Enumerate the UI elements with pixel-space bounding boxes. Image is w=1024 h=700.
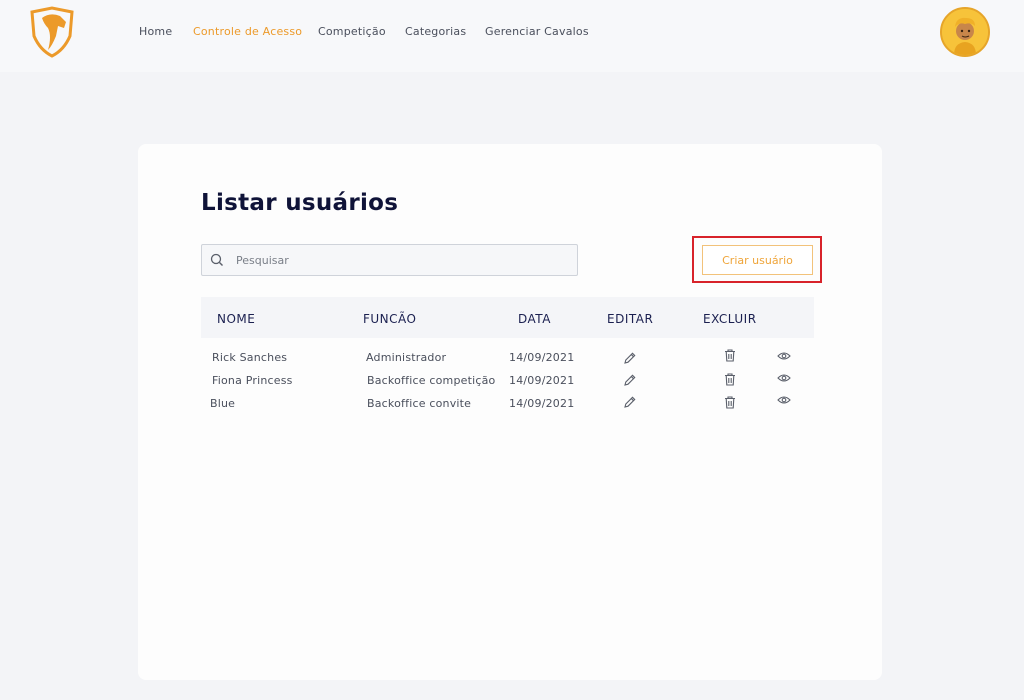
top-header: Home Controle de Acesso Competição Categ… [0, 0, 1024, 72]
cell-nome: Blue [210, 397, 236, 410]
column-header-funcao[interactable]: FUNCÃO [363, 312, 416, 326]
page-title: Listar usuários [201, 190, 399, 216]
trash-icon[interactable] [723, 395, 737, 409]
cell-funcao: Administrador [366, 351, 447, 364]
horse-shield-logo-icon[interactable] [28, 6, 76, 58]
pencil-icon[interactable] [623, 351, 637, 365]
search-input[interactable] [236, 245, 566, 275]
cell-data: 14/09/2021 [509, 397, 575, 410]
pencil-icon[interactable] [623, 373, 637, 387]
column-header-data[interactable]: DATA [518, 312, 551, 326]
pencil-icon[interactable] [623, 395, 637, 409]
nav-controle-de-acesso[interactable]: Controle de Acesso [193, 25, 302, 38]
search-box[interactable] [201, 244, 578, 276]
cell-nome: Fiona Princess [212, 374, 293, 387]
column-header-nome[interactable]: NOME [217, 312, 255, 326]
content-card [138, 144, 882, 680]
eye-icon[interactable] [777, 393, 791, 407]
trash-icon[interactable] [723, 372, 737, 386]
cell-funcao: Backoffice competição [367, 374, 496, 387]
nav-home[interactable]: Home [139, 25, 172, 38]
create-user-button[interactable]: Criar usuário [702, 245, 813, 275]
user-avatar-icon [942, 9, 988, 55]
column-header-excluir: EXCLUIR [703, 312, 757, 326]
search-icon [210, 253, 223, 266]
eye-icon[interactable] [777, 349, 791, 363]
avatar[interactable] [940, 7, 990, 57]
cell-funcao: Backoffice convite [367, 397, 472, 410]
nav-gerenciar-cavalos[interactable]: Gerenciar Cavalos [485, 25, 589, 38]
nav-categorias[interactable]: Categorias [405, 25, 466, 38]
trash-icon[interactable] [723, 348, 737, 362]
cell-nome: Rick Sanches [212, 351, 288, 364]
eye-icon[interactable] [777, 371, 791, 385]
cell-data: 14/09/2021 [509, 374, 575, 387]
column-header-editar: EDITAR [607, 312, 654, 326]
nav-competicao[interactable]: Competição [318, 25, 386, 38]
cell-data: 14/09/2021 [509, 351, 575, 364]
